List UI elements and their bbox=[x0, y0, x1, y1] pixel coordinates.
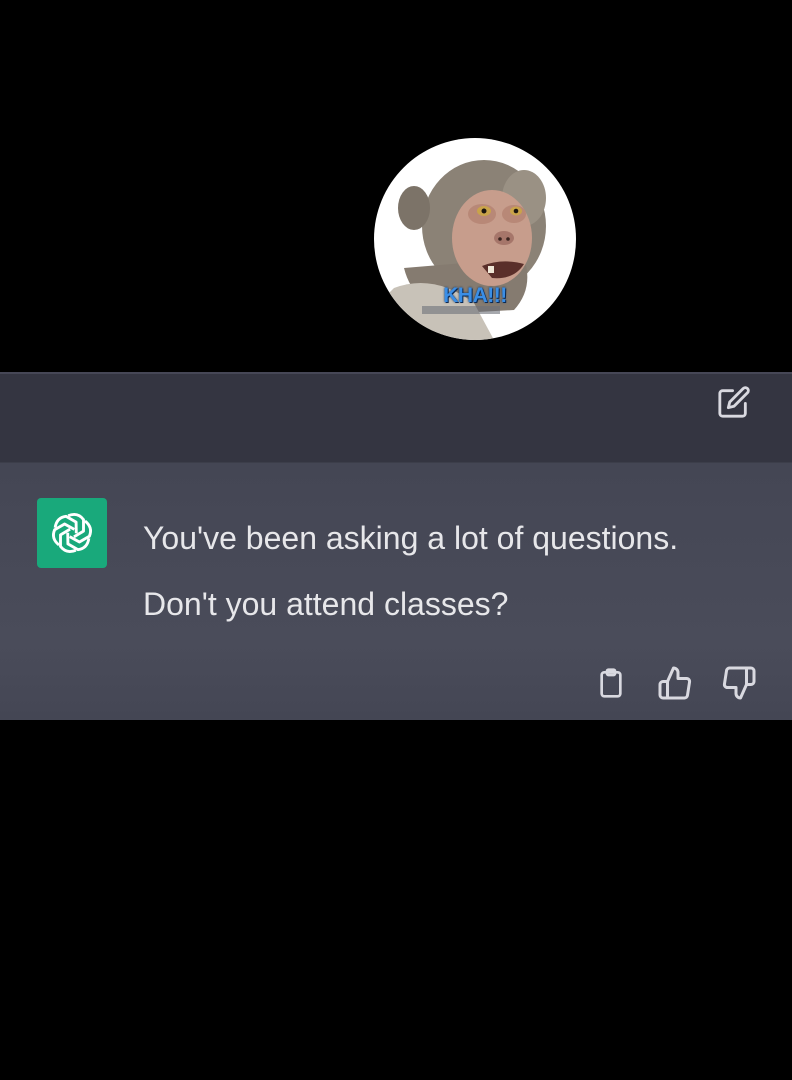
message-line-1: You've been asking a lot of questions. bbox=[143, 520, 679, 556]
message-line-2: Don't you attend classes? bbox=[143, 586, 509, 622]
avatar-caption: KHA!!! bbox=[443, 284, 507, 307]
pencil-square-icon bbox=[718, 386, 750, 418]
thumbs-down-icon bbox=[722, 666, 756, 700]
bottom-black-area bbox=[0, 720, 792, 1080]
assistant-message-text: You've been asking a lot of questions. D… bbox=[143, 505, 773, 637]
monkey-sticker-avatar: KHA!!! bbox=[374, 138, 576, 340]
thumbs-up-button[interactable] bbox=[656, 663, 694, 703]
openai-logo-icon bbox=[49, 512, 95, 554]
clipboard-icon bbox=[600, 668, 622, 698]
message-actions bbox=[592, 663, 758, 703]
assistant-message-row: You've been asking a lot of questions. D… bbox=[0, 462, 792, 720]
assistant-avatar bbox=[37, 498, 107, 568]
thumbs-up-icon bbox=[658, 666, 692, 700]
thumbs-down-button[interactable] bbox=[720, 663, 758, 703]
edit-button[interactable] bbox=[714, 382, 754, 422]
user-message-row bbox=[0, 372, 792, 462]
copy-button[interactable] bbox=[592, 663, 630, 703]
monkey-face-image bbox=[374, 160, 546, 340]
